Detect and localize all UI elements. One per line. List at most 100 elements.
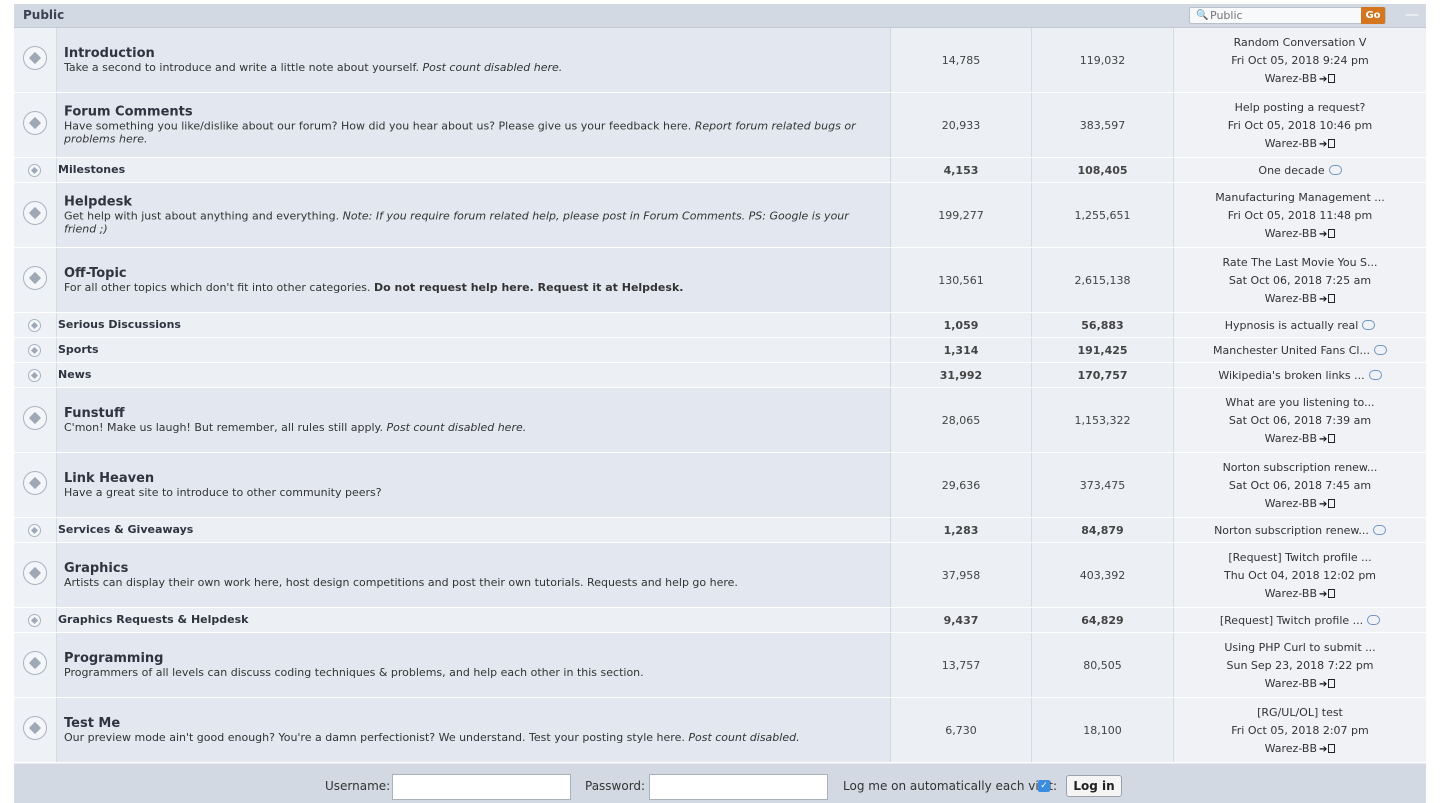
forum-row[interactable]: Sports 1,314 191,425 Manchester United Fans… [14,338,1426,363]
last-post-topic-link[interactable]: Random Conversation V [1174,34,1426,52]
password-input[interactable] [649,774,828,800]
speech-bubble-icon[interactable] [1362,320,1376,330]
last-post-topic-link[interactable]: Using PHP Curl to submit ... [1174,639,1426,657]
subforum-status-icon [28,344,41,357]
forum-title-link[interactable]: Programming [64,651,870,666]
forum-row[interactable]: Milestones 4,153 108,405 One decade [14,158,1426,183]
document-icon[interactable] [1328,139,1336,148]
auto-login-checkbox[interactable]: ✓ [1038,780,1050,792]
subforum-title-link[interactable]: Services & Giveaways [58,523,193,536]
speech-bubble-icon[interactable] [1328,165,1342,175]
go-to-post-icon[interactable]: ➔ [1319,434,1327,445]
document-icon[interactable] [1328,744,1336,753]
last-post-author-link[interactable]: Warez-BB [1265,677,1317,690]
last-post-topic-link[interactable]: [RG/UL/OL] test [1174,704,1426,722]
last-post-topic-link[interactable]: [Request] Twitch profile ... [1220,614,1363,627]
last-post-author-link[interactable]: Warez-BB [1265,292,1317,305]
speech-bubble-icon[interactable] [1367,615,1381,625]
forum-row[interactable]: News 31,992 170,757 Wikipedia's broken link… [14,363,1426,388]
subforum-title-link[interactable]: Milestones [58,163,125,176]
last-post-author-link[interactable]: Warez-BB [1265,137,1317,150]
login-button[interactable]: Log in [1066,775,1122,797]
forum-row[interactable]: Link Heaven Have a great site to introduc… [14,453,1426,518]
last-post-topic-link[interactable]: Norton subscription renew... [1214,524,1369,537]
last-post-author-link[interactable]: Warez-BB [1265,587,1317,600]
go-to-post-icon[interactable]: ➔ [1319,589,1327,600]
forum-row[interactable]: Forum Comments Have something you like/di… [14,93,1426,158]
forum-row[interactable]: Test Me Our preview mode ain't good enoug… [14,698,1426,763]
forum-title-link[interactable]: Graphics [64,561,870,576]
document-icon[interactable] [1328,679,1336,688]
forum-title-link[interactable]: Introduction [64,46,870,61]
document-icon[interactable] [1328,499,1336,508]
subforum-title-link[interactable]: News [58,368,91,381]
go-button[interactable]: Go [1361,7,1385,24]
posts-count: 1,153,322 [1032,388,1174,452]
last-post-topic-link[interactable]: Manufacturing Management ... [1174,189,1426,207]
last-post-topic-link[interactable]: Manchester United Fans Cl... [1213,344,1370,357]
go-to-post-icon[interactable]: ➔ [1319,294,1327,305]
category-title[interactable]: Public [23,8,64,22]
document-icon[interactable] [1328,74,1336,83]
forum-jump-input[interactable] [1210,8,1360,23]
forum-row[interactable]: Programming Programmers of all levels can… [14,633,1426,698]
last-post-author-link[interactable]: Warez-BB [1265,497,1317,510]
subforum-title-link[interactable]: Sports [58,343,99,356]
go-to-post-icon[interactable]: ➔ [1319,139,1327,150]
last-post-author-link[interactable]: Warez-BB [1265,432,1317,445]
go-to-post-icon[interactable]: ➔ [1319,229,1327,240]
topics-count: 6,730 [891,698,1032,762]
last-post-author: Warez-BB ➔ [1174,495,1426,514]
forum-row[interactable]: Off-Topic For all other topics which don'… [14,248,1426,313]
forum-title-link[interactable]: Funstuff [64,406,870,421]
document-icon[interactable] [1328,434,1336,443]
forum-row[interactable]: Introduction Take a second to introduce a… [14,28,1426,93]
forum-row[interactable]: Helpdesk Get help with just about anythin… [14,183,1426,248]
last-post-topic-link[interactable]: What are you listening to... [1174,394,1426,412]
forum-row[interactable]: Serious Discussions 1,059 56,883 Hypnosis i… [14,313,1426,338]
subforum-title-link[interactable]: Serious Discussions [58,318,181,331]
forum-jump[interactable]: 🔍 Go [1189,7,1386,24]
last-post-topic-link[interactable]: Wikipedia's broken links ... [1218,369,1364,382]
last-post-author: Warez-BB ➔ [1174,675,1426,694]
speech-bubble-icon[interactable] [1372,525,1386,535]
last-post-date: Fri Oct 05, 2018 11:48 pm [1227,209,1373,222]
document-icon[interactable] [1328,294,1336,303]
last-post-topic-link[interactable]: Help posting a request? [1174,99,1426,117]
forum-status-cell [14,543,57,607]
last-post-author-link[interactable]: Warez-BB [1265,742,1317,755]
forum-title-link[interactable]: Test Me [64,716,870,731]
speech-bubble-icon[interactable] [1368,370,1382,380]
go-to-post-icon[interactable]: ➔ [1319,744,1327,755]
subforum-status-icon [28,164,41,177]
last-post-topic-link[interactable]: Hypnosis is actually real [1225,319,1359,332]
forum-description: Get help with just about anything and ev… [64,209,849,236]
forum-row[interactable]: Graphics Artists can display their own wo… [14,543,1426,608]
last-post-topic-link[interactable]: Norton subscription renew... [1174,459,1426,477]
topics-count: 4,153 [891,158,1032,182]
subforum-title-link[interactable]: Graphics Requests & Helpdesk [58,613,248,626]
topics-count: 20,933 [891,93,1032,157]
forum-title-link[interactable]: Link Heaven [64,471,870,486]
collapse-icon[interactable]: — [1403,8,1421,24]
forum-row[interactable]: Services & Giveaways 1,283 84,879 Norton su… [14,518,1426,543]
forum-row[interactable]: Funstuff C'mon! Make us laugh! But rememb… [14,388,1426,453]
forum-title-link[interactable]: Helpdesk [64,195,870,210]
speech-bubble-icon[interactable] [1373,345,1387,355]
forum-title-link[interactable]: Off-Topic [64,266,870,281]
go-to-post-icon[interactable]: ➔ [1319,499,1327,510]
login-bar: Username: Password: Log me on automatica… [14,764,1426,803]
go-to-post-icon[interactable]: ➔ [1319,679,1327,690]
username-input[interactable] [392,774,571,800]
document-icon[interactable] [1328,589,1336,598]
last-post-topic-link[interactable]: [Request] Twitch profile ... [1174,549,1426,567]
last-post-author-link[interactable]: Warez-BB [1265,227,1317,240]
forum-title-link[interactable]: Forum Comments [64,105,870,120]
last-post-topic-link[interactable]: Rate The Last Movie You S... [1174,254,1426,272]
auto-login-label: Log me on automatically each visit: [843,779,1058,793]
last-post-author-link[interactable]: Warez-BB [1265,72,1317,85]
last-post-topic-link[interactable]: One decade [1258,164,1324,177]
document-icon[interactable] [1328,229,1336,238]
forum-row[interactable]: Graphics Requests & Helpdesk 9,437 64,829 [… [14,608,1426,633]
go-to-post-icon[interactable]: ➔ [1319,74,1327,85]
